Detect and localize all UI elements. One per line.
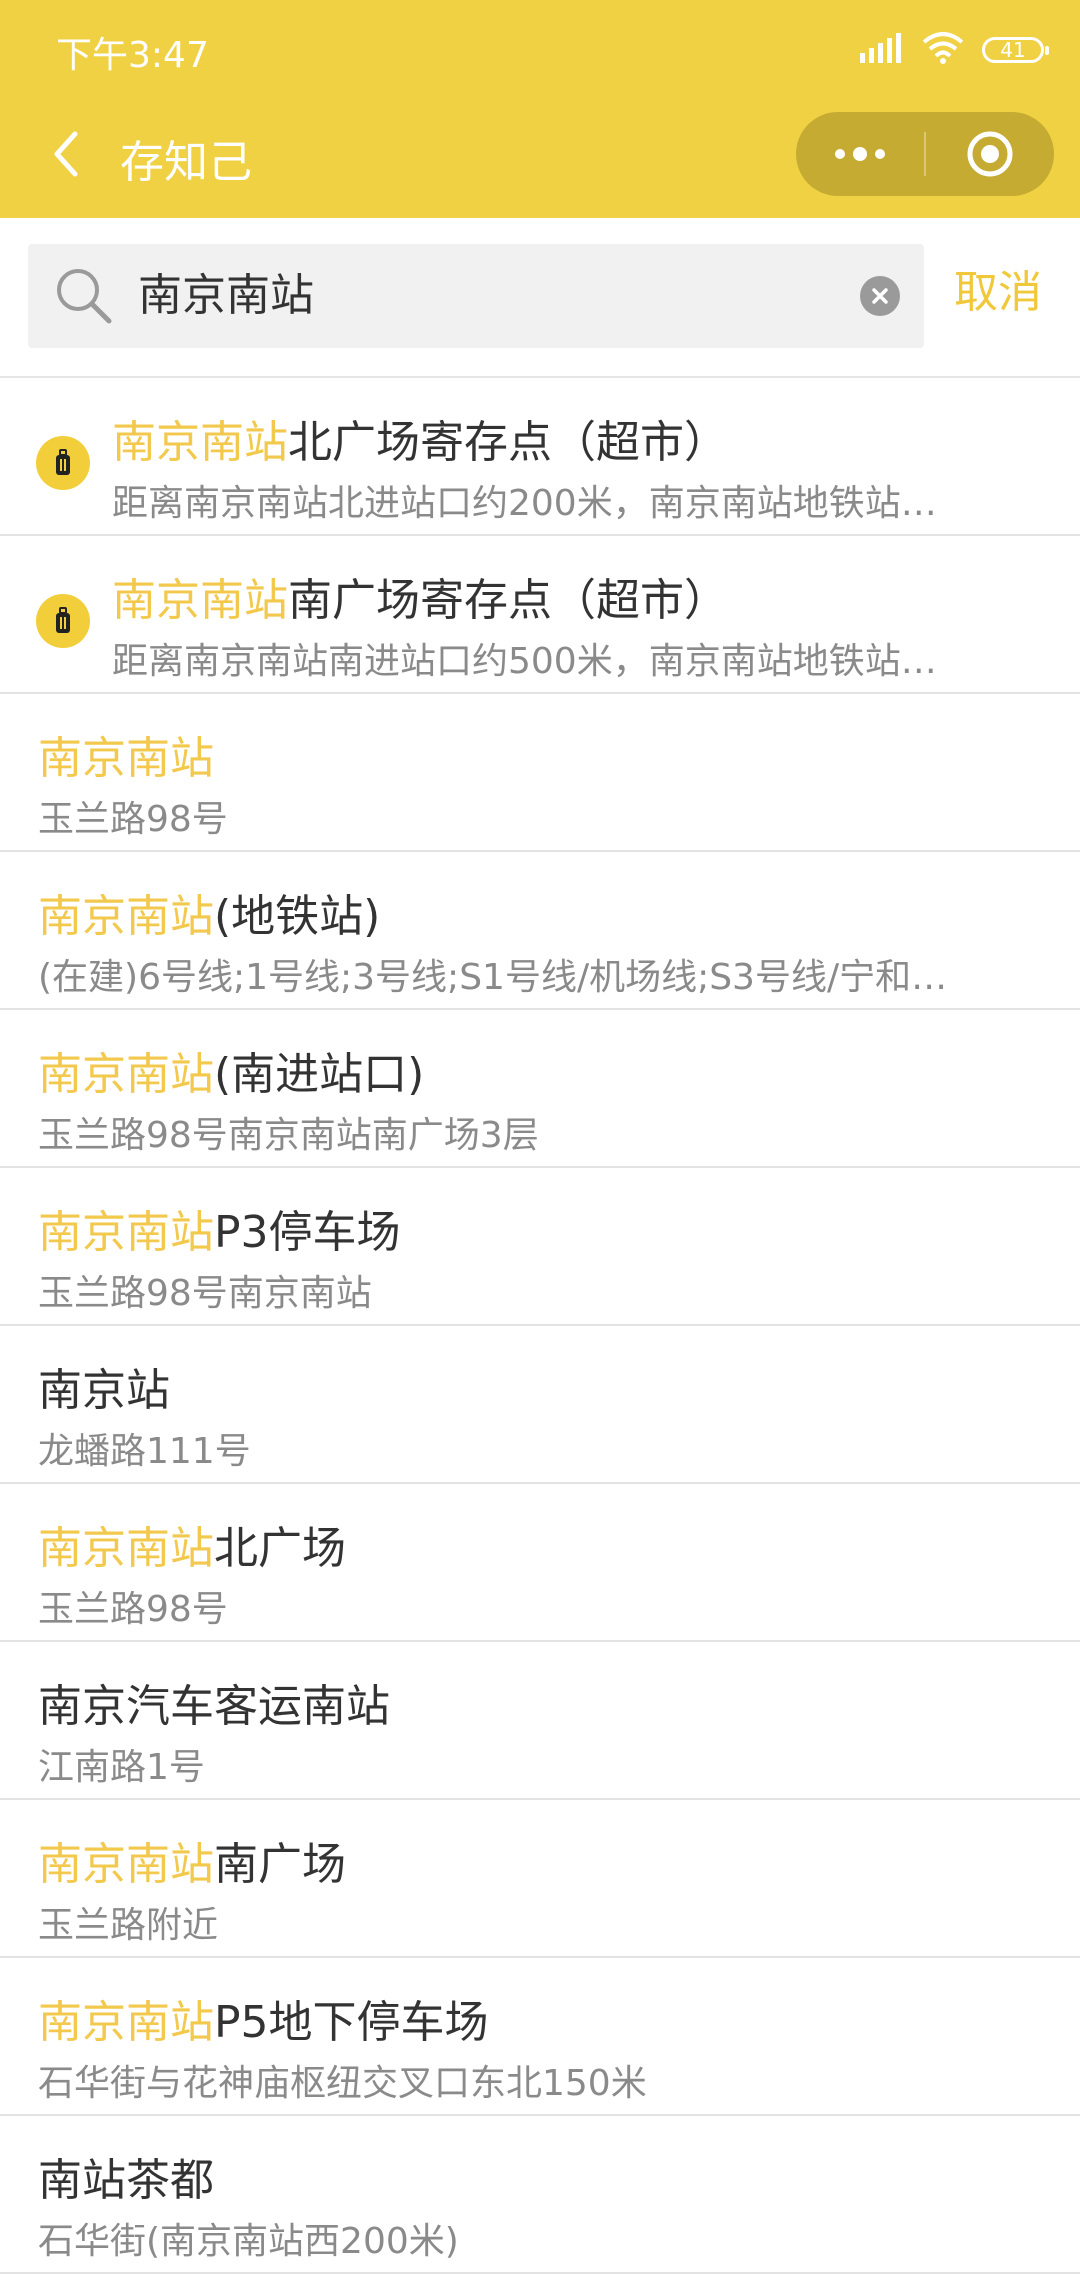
more-dots-icon	[835, 147, 885, 161]
nav-bar: 存知己	[0, 100, 1080, 218]
item-address: 江南路1号	[38, 1747, 205, 1788]
list-item[interactable]: 南京汽车客运南站 江南路1号	[0, 1642, 1080, 1800]
item-title: 南京南站南广场	[38, 1839, 346, 1890]
search-box	[28, 244, 924, 348]
item-title: 南京南站南广场寄存点（超市）	[112, 575, 728, 626]
item-address: 玉兰路98号	[38, 1589, 228, 1630]
item-address: 玉兰路98号	[38, 799, 228, 840]
list-item[interactable]: 南京南站P3停车场 玉兰路98号南京南站	[0, 1168, 1080, 1326]
list-item[interactable]: 南京南站P5地下停车场 石华街与花神庙枢纽交叉口东北150米	[0, 1958, 1080, 2116]
item-title: 南京南站	[38, 733, 214, 784]
item-title: 南京南站(地铁站)	[38, 891, 381, 942]
item-address: 玉兰路98号南京南站南广场3层	[38, 1115, 539, 1156]
chevron-left-icon	[54, 131, 78, 177]
luggage-storage-icon	[36, 594, 90, 648]
target-circle-icon	[967, 131, 1013, 177]
list-item[interactable]: 南京南站北广场 玉兰路98号	[0, 1484, 1080, 1642]
status-time: 下午3:47	[56, 35, 209, 76]
cancel-button[interactable]: 取消	[954, 256, 1042, 320]
page-title: 存知己	[120, 137, 252, 188]
item-title: 南京站	[38, 1365, 170, 1416]
list-item-storage[interactable]: 南京南站北广场寄存点（超市） 距离南京南站北进站口约200米，南京南站地铁站…	[0, 378, 1080, 536]
item-title: 南京汽车客运南站	[38, 1681, 390, 1732]
list-item[interactable]: 南京南站(地铁站) (在建)6号线;1号线;3号线;S1号线/机场线;S3号线/…	[0, 852, 1080, 1010]
item-address: 石华街与花神庙枢纽交叉口东北150米	[38, 2063, 647, 2104]
search-area: 取消	[0, 218, 1080, 378]
results-list: 南京南站北广场寄存点（超市） 距离南京南站北进站口约200米，南京南站地铁站… …	[0, 378, 1080, 2274]
search-icon	[54, 266, 114, 330]
battery-icon: 41	[982, 37, 1049, 63]
signal-icon	[860, 33, 904, 67]
list-item[interactable]: 南京南站 玉兰路98号	[0, 694, 1080, 852]
list-item[interactable]: 南京南站南广场 玉兰路附近	[0, 1800, 1080, 1958]
miniprogram-capsule	[796, 112, 1054, 196]
list-item-storage[interactable]: 南京南站南广场寄存点（超市） 距离南京南站南进站口约500米，南京南站地铁站…	[0, 536, 1080, 694]
list-item[interactable]: 南京站 龙蟠路111号	[0, 1326, 1080, 1484]
list-item[interactable]: 南站茶都 石华街(南京南站西200米)	[0, 2116, 1080, 2274]
item-address: 石华街(南京南站西200米)	[38, 2221, 459, 2262]
item-address: 距离南京南站南进站口约500米，南京南站地铁站…	[112, 641, 937, 682]
status-icons: 41	[860, 30, 1049, 70]
item-address: (在建)6号线;1号线;3号线;S1号线/机场线;S3号线/宁和…	[38, 957, 948, 998]
search-input[interactable]	[138, 244, 858, 348]
item-address: 龙蟠路111号	[38, 1431, 251, 1472]
more-button[interactable]	[796, 112, 924, 196]
app-header: 下午3:47 41 存知己	[0, 0, 1080, 218]
luggage-storage-icon	[36, 436, 90, 490]
item-title: 南京南站(南进站口)	[38, 1049, 425, 1100]
item-address: 距离南京南站北进站口约200米，南京南站地铁站…	[112, 483, 937, 524]
item-title: 南站茶都	[38, 2155, 214, 2206]
item-title: 南京南站P3停车场	[38, 1207, 401, 1258]
clear-icon[interactable]	[860, 276, 900, 316]
item-title: 南京南站P5地下停车场	[38, 1997, 489, 2048]
close-miniprogram-button[interactable]	[926, 112, 1054, 196]
back-button[interactable]	[36, 124, 96, 184]
list-item[interactable]: 南京南站(南进站口) 玉兰路98号南京南站南广场3层	[0, 1010, 1080, 1168]
item-title: 南京南站北广场寄存点（超市）	[112, 417, 728, 468]
item-address: 玉兰路附近	[38, 1905, 219, 1946]
status-bar: 下午3:47 41	[0, 0, 1080, 100]
wifi-icon	[922, 32, 964, 68]
item-title: 南京南站北广场	[38, 1523, 346, 1574]
item-address: 玉兰路98号南京南站	[38, 1273, 372, 1314]
